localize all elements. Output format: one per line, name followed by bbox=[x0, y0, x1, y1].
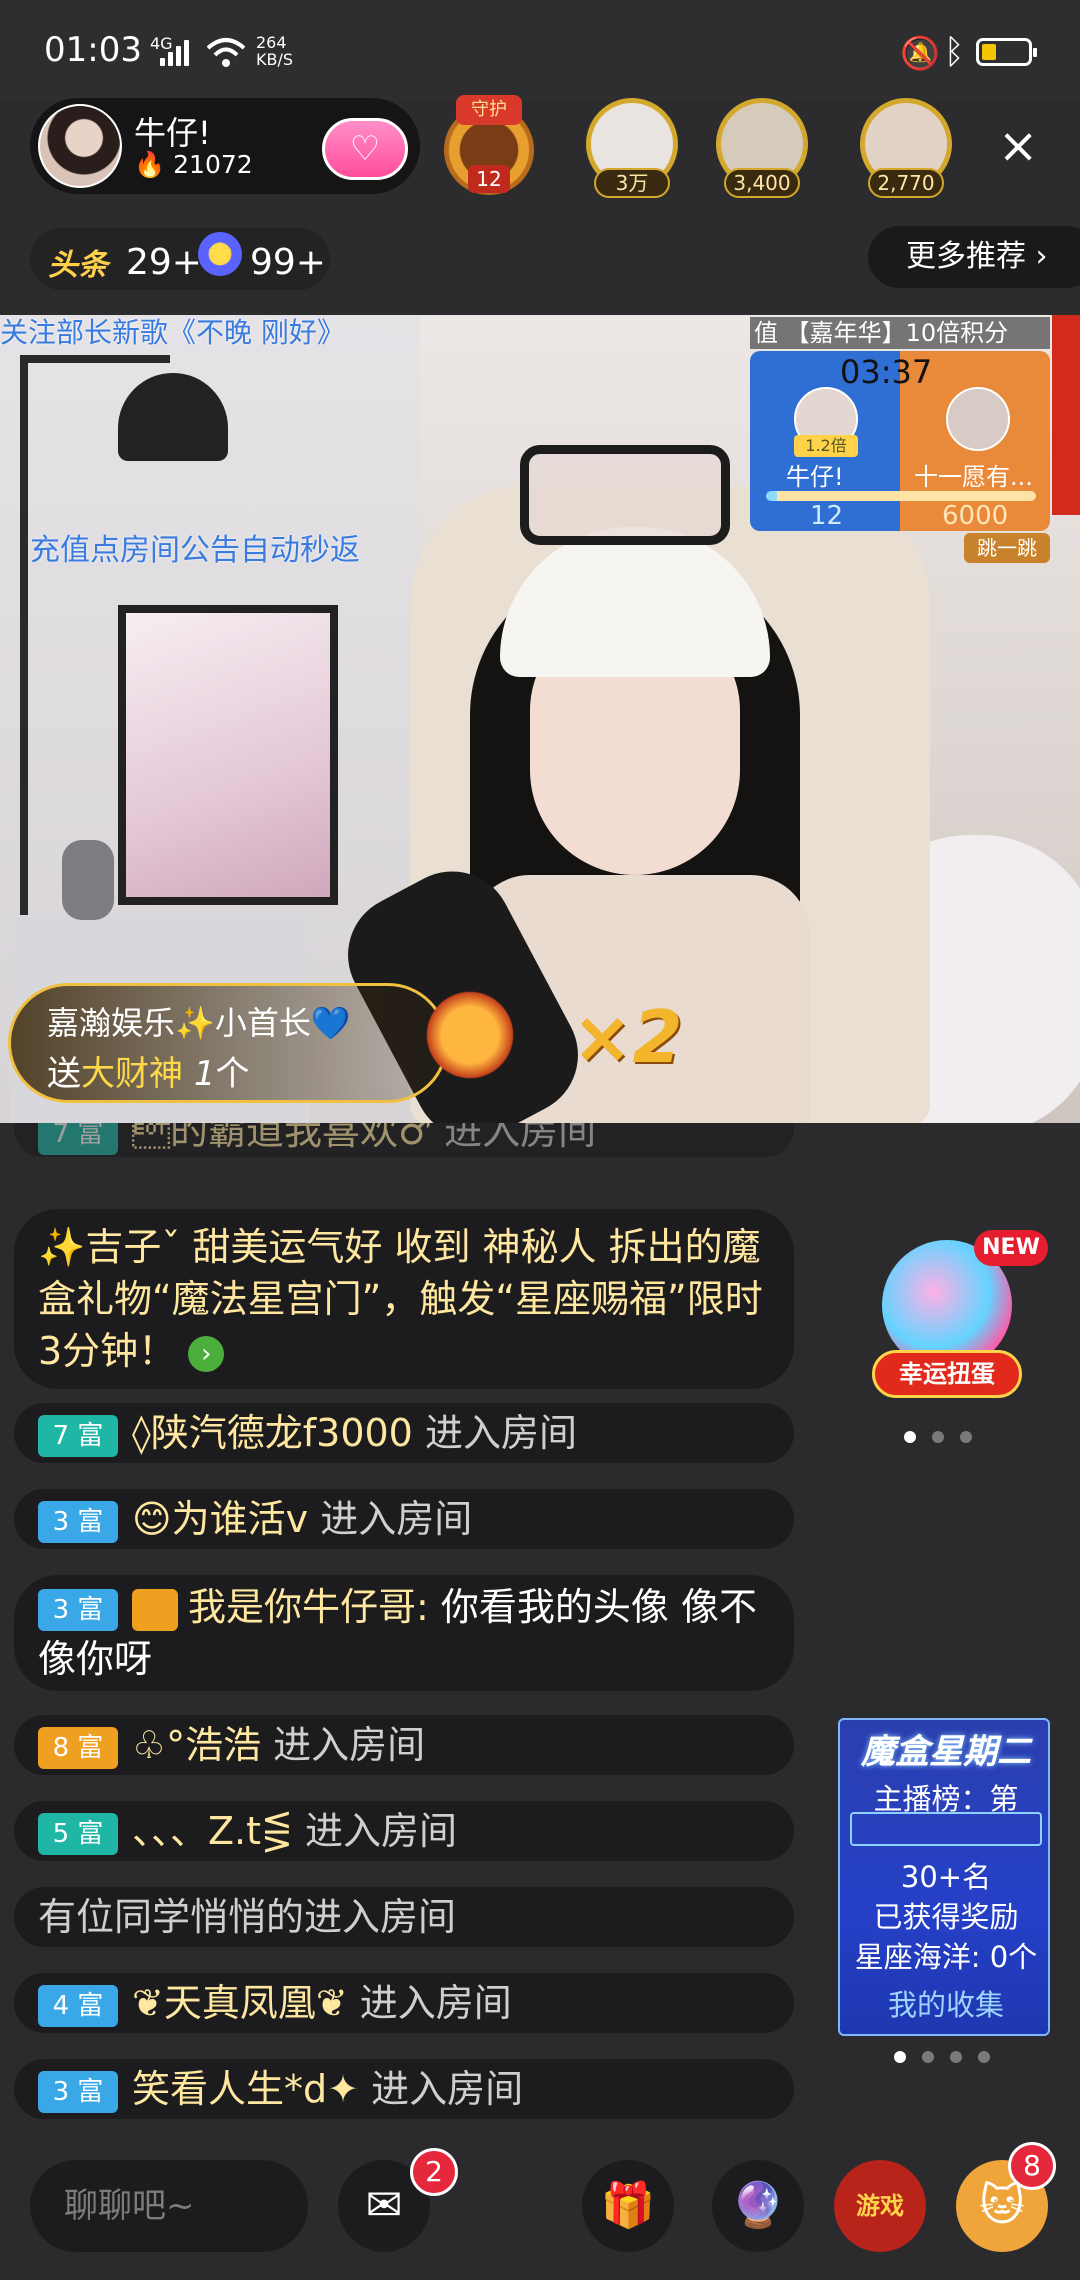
mute-icon: 🔕 bbox=[900, 34, 940, 72]
host-popularity: 🔥 21072 bbox=[134, 150, 253, 179]
follow-heart-button[interactable]: ♡ bbox=[322, 118, 408, 180]
bottom-toolbar: 聊聊吧~ ✉ 2 🎁 🔮 游戏 🐱 8 bbox=[0, 2140, 1080, 2280]
money-bag-gift-icon bbox=[420, 985, 520, 1085]
guard-badge[interactable]: 守护 12 bbox=[440, 95, 538, 199]
game-button[interactable]: 游戏 bbox=[834, 2160, 926, 2252]
pk-timer: 03:37 bbox=[840, 353, 933, 391]
capsule-button[interactable]: 🔮 bbox=[712, 2160, 804, 2252]
chat-message: 3 富笑看人生*d✦ 进入房间 bbox=[14, 2059, 794, 2119]
fire-icon: 🔥 bbox=[134, 150, 166, 179]
anchor-rank-value: 30+名 bbox=[900, 1860, 992, 1894]
pk-right-avatar[interactable] bbox=[946, 387, 1010, 451]
gift-icon: 🎁 bbox=[600, 2180, 656, 2231]
pk-side-banner bbox=[1052, 315, 1080, 515]
chat-message: 4 富 ❦天真凤凰❦ 进入房间 bbox=[14, 1973, 794, 2033]
top-viewer-2[interactable]: 3,400 bbox=[712, 96, 812, 200]
pk-bonus-badge: 1.2倍 bbox=[794, 435, 858, 457]
chat-message: 3 富 😊为谁活v 进入房间 bbox=[14, 1489, 794, 1549]
pk-battle-widget[interactable]: 值 【嘉年华】10倍积分 03:37 1.2倍 牛仔! 十一愿有... 12 6… bbox=[750, 315, 1080, 563]
message-badge: 2 bbox=[410, 2148, 458, 2196]
wealth-level-badge: 3 富 bbox=[38, 2070, 118, 2113]
wifi-icon bbox=[206, 38, 246, 67]
lamp-arm bbox=[20, 355, 170, 363]
headline-count: 29+ bbox=[126, 242, 202, 283]
wealth-level-badge: 4 富 bbox=[38, 1984, 118, 2027]
close-icon[interactable]: × bbox=[998, 118, 1038, 174]
chat-message: 3 富我是你牛仔哥: 你看我的头像 像不像你呀 bbox=[14, 1575, 794, 1691]
gift-banner: 嘉瀚娱乐✨小首长💙 送大财神 1个 bbox=[8, 983, 448, 1103]
lucky-capsule-entry[interactable]: NEW 幸运扭蛋 bbox=[870, 1230, 1048, 1410]
egg-carousel-dots bbox=[896, 1428, 980, 1443]
magic-box-title: 魔盒星期二 bbox=[861, 1732, 1031, 1772]
wealth-level-badge: 5 富 bbox=[38, 1812, 118, 1855]
wealth-level-badge: 7 富 bbox=[38, 1414, 118, 1457]
guard-tag: 守护 bbox=[456, 95, 522, 125]
top-viewer-3[interactable]: 2,770 bbox=[856, 96, 956, 200]
chat-message: 7 富 的霸道我喜欢♂ 进入房间 bbox=[14, 1123, 794, 1157]
wealth-level-badge: 8 富 bbox=[38, 1726, 118, 1769]
sunglasses bbox=[520, 445, 730, 545]
rank-pill[interactable]: 头条 29+ ★ 99+ bbox=[30, 228, 330, 290]
chat-message: 8 富 ♧°浩浩 进入房间 bbox=[14, 1715, 794, 1775]
magic-box-panel[interactable]: 魔盒星期二 主播榜：第 30+名 已获得奖励 星座海洋: 0个 我的收集 bbox=[838, 1718, 1050, 2036]
user-avatar-icon bbox=[132, 1588, 178, 1631]
avatar-badge: 8 bbox=[1008, 2142, 1056, 2190]
wealth-level-badge: 3 富 bbox=[38, 1588, 118, 1631]
speaker bbox=[62, 840, 114, 920]
gift-line: 送大财神 1个 bbox=[47, 1054, 250, 1094]
avatar-icon: 🐱 bbox=[979, 2180, 1025, 2231]
room-notice-top: 关注部长新歌《不晚 刚好》 bbox=[0, 316, 345, 349]
pk-header: 值 【嘉年华】10倍积分 bbox=[750, 317, 1050, 349]
headline-label: 头条 bbox=[48, 248, 108, 283]
capsule-machine-icon: 🔮 bbox=[730, 2180, 786, 2231]
more-recommend-button[interactable]: 更多推荐 › bbox=[868, 226, 1080, 288]
host-name: 牛仔! bbox=[134, 114, 211, 152]
pk-progress-bar bbox=[766, 491, 1036, 501]
wealth-level-badge: 7 富 bbox=[38, 1123, 118, 1155]
my-collection-link[interactable]: 我的收集 bbox=[840, 1982, 1052, 2024]
chat-message: 5 富、、、Z.t⋚ 进入房间 bbox=[14, 1801, 794, 1861]
go-arrow-icon[interactable]: › bbox=[188, 1335, 225, 1372]
pk-jump-button[interactable]: 跳一跳 bbox=[964, 533, 1050, 563]
wall-painting bbox=[118, 605, 338, 905]
gift-button[interactable]: 🎁 bbox=[582, 2160, 674, 2252]
chat-message: 7 富 ◊陕汽德龙f3000 进入房间 bbox=[14, 1403, 794, 1463]
viewer-contribution: 3,400 bbox=[724, 168, 800, 198]
battery-icon bbox=[976, 38, 1037, 66]
room-notice-mid: 充值点房间公告自动秒返 bbox=[30, 533, 360, 568]
guard-count: 12 bbox=[468, 165, 510, 193]
clock: 01:03 bbox=[44, 30, 142, 70]
wealth-level-badge: 3 富 bbox=[38, 1500, 118, 1543]
gift-multiplier: ×2 bbox=[572, 995, 683, 1079]
magic-carousel-dots bbox=[886, 2048, 998, 2063]
pk-right-score: 6000 bbox=[942, 501, 1009, 531]
bluetooth-icon: ᛒ bbox=[944, 32, 965, 72]
live-video[interactable]: 关注部长新歌《不晚 刚好》 充值点房间公告自动秒返 值 【嘉年华】10倍积分 0… bbox=[0, 315, 1080, 1123]
new-badge: NEW bbox=[974, 1230, 1048, 1266]
host-avatar[interactable] bbox=[38, 104, 122, 188]
pk-right-name: 十一愿有... bbox=[914, 463, 1033, 491]
star-rank-icon: ★ bbox=[198, 232, 242, 276]
signal-icon bbox=[160, 40, 190, 66]
status-bar: 01:03 4G 264 KB/S 🔕 ᛒ bbox=[0, 0, 1080, 100]
pk-left-name: 牛仔! bbox=[786, 463, 844, 491]
system-message: ✨吉子ˇ 甜美运气好 收到 神秘人 拆出的魔盒礼物“魔法星宫门”，触发“星座赐福… bbox=[14, 1209, 794, 1389]
network-speed: 264 KB/S bbox=[256, 33, 294, 69]
top-viewer-1[interactable]: 3万 bbox=[582, 96, 682, 200]
chat-input[interactable]: 聊聊吧~ bbox=[30, 2160, 308, 2252]
viewer-contribution: 2,770 bbox=[868, 168, 944, 198]
pk-left-score: 12 bbox=[810, 501, 844, 531]
chat-message: 有位同学悄悄的进入房间 bbox=[14, 1887, 794, 1947]
viewer-contribution: 3万 bbox=[594, 168, 670, 198]
mail-icon: ✉ bbox=[365, 2180, 403, 2231]
lucky-capsule-label: 幸运扭蛋 bbox=[872, 1350, 1022, 1398]
rank-frame bbox=[850, 1812, 1042, 1846]
gift-sender: 嘉瀚娱乐✨小首长💙 bbox=[47, 1004, 351, 1042]
reward-label: 已获得奖励 bbox=[873, 1900, 1019, 1934]
reward-value: 星座海洋: 0个 bbox=[854, 1940, 1038, 1974]
star-count: 99+ bbox=[250, 242, 326, 283]
